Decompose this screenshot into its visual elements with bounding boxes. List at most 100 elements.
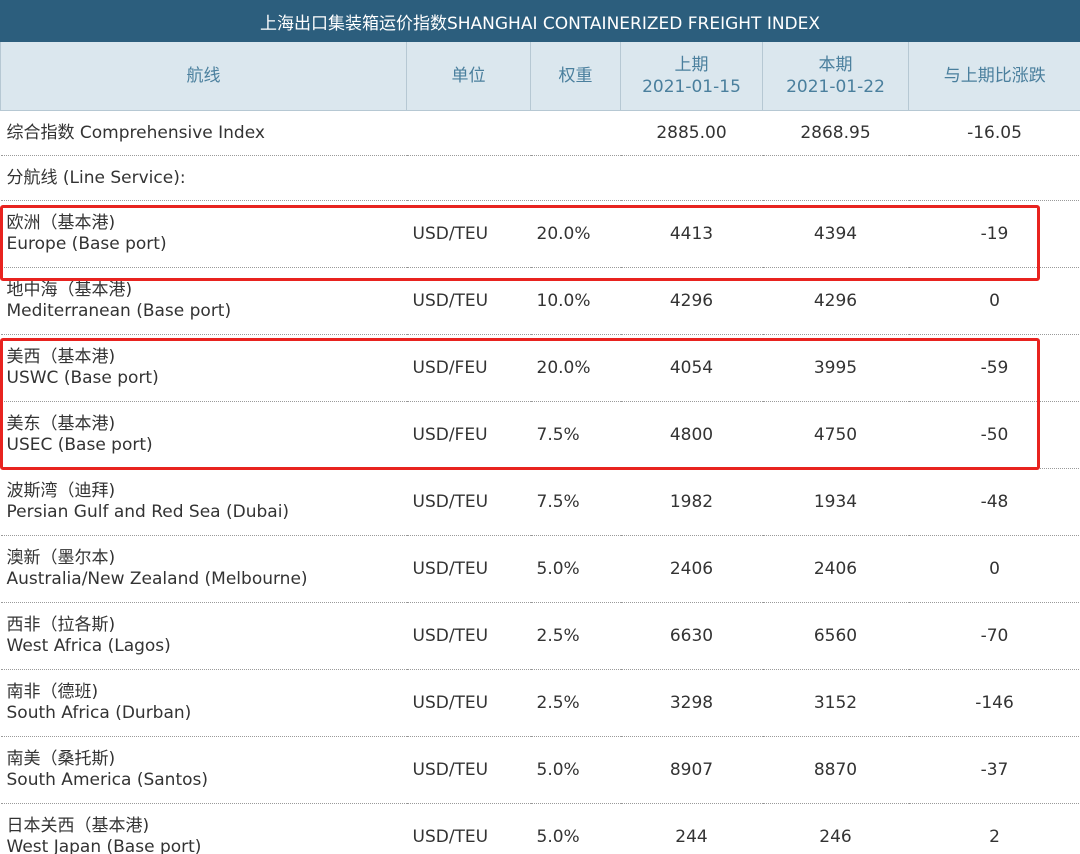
- route-cell: 波斯湾（迪拜) Persian Gulf and Red Sea (Dubai): [0, 468, 407, 536]
- route-cell: 西非（拉各斯) West Africa (Lagos): [0, 602, 407, 670]
- current-cell: 246: [762, 803, 909, 854]
- current-cell: 2406: [762, 535, 909, 603]
- current-cell: 3995: [762, 334, 909, 402]
- table-row: 地中海（基本港) Mediterranean (Base port) USD/TEU…: [0, 267, 1080, 335]
- current-cell: 4394: [762, 200, 909, 268]
- table-row: 日本关西（基本港) West Japan (Base port) USD/TEU 5.…: [0, 803, 1080, 854]
- current-cell: 3152: [762, 669, 909, 737]
- weight-cell: 7.5%: [530, 401, 621, 469]
- header-current-label: 本期: [818, 55, 853, 75]
- current-cell: 4296: [762, 267, 909, 335]
- header-previous-label: 上期: [674, 55, 709, 75]
- line-service-label: 分航线 (Line Service):: [0, 155, 1080, 201]
- table-row: 美东（基本港) USEC (Base port) USD/FEU 7.5% 4800 47…: [0, 401, 1080, 469]
- change-cell: -70: [908, 602, 1080, 670]
- route-cell: 日本关西（基本港) West Japan (Base port): [0, 803, 407, 854]
- route-name-cn: 澳新（墨尔本): [6, 548, 116, 568]
- unit-cell: USD/TEU: [406, 602, 531, 670]
- change-cell: -48: [908, 468, 1080, 536]
- table-row: 西非（拉各斯) West Africa (Lagos) USD/TEU 2.5% 663…: [0, 602, 1080, 670]
- previous-cell: 2406: [620, 535, 763, 603]
- table-title: 上海出口集装箱运价指数SHANGHAI CONTAINERIZED FREIGH…: [0, 0, 1080, 42]
- route-name-en: South America (Santos): [6, 770, 209, 790]
- weight-cell: 5.0%: [530, 535, 621, 603]
- header-previous: 上期 2021-01-15: [620, 42, 763, 111]
- route-cell: 澳新（墨尔本) Australia/New Zealand (Melbourne): [0, 535, 407, 603]
- route-cell: 美东（基本港) USEC (Base port): [0, 401, 407, 469]
- unit-cell: USD/TEU: [406, 535, 531, 603]
- change-cell: -19: [908, 200, 1080, 268]
- route-name-cn: 南美（桑托斯): [6, 749, 116, 769]
- comprehensive-current: 2868.95: [762, 110, 909, 156]
- header-current-date: 2021-01-22: [786, 77, 885, 97]
- comprehensive-previous: 2885.00: [620, 110, 763, 156]
- unit-cell: USD/TEU: [406, 803, 531, 854]
- route-name-en: Australia/New Zealand (Melbourne): [6, 569, 308, 589]
- previous-cell: 4800: [620, 401, 763, 469]
- route-name-cn: 地中海（基本港): [6, 280, 133, 300]
- weight-cell: 20.0%: [530, 200, 621, 268]
- unit-cell: USD/TEU: [406, 669, 531, 737]
- previous-cell: 6630: [620, 602, 763, 670]
- current-cell: 8870: [762, 736, 909, 804]
- line-service-row: 分航线 (Line Service):: [0, 155, 1080, 201]
- change-cell: -37: [908, 736, 1080, 804]
- header-previous-date: 2021-01-15: [642, 77, 741, 97]
- unit-cell: USD/TEU: [406, 468, 531, 536]
- route-name-cn: 美西（基本港): [6, 347, 116, 367]
- change-cell: 0: [908, 267, 1080, 335]
- route-cell: 地中海（基本港) Mediterranean (Base port): [0, 267, 407, 335]
- route-name-cn: 波斯湾（迪拜): [6, 481, 116, 501]
- comprehensive-change: -16.05: [908, 110, 1080, 156]
- unit-cell: USD/TEU: [406, 200, 531, 268]
- comprehensive-label: 综合指数 Comprehensive Index: [0, 110, 407, 156]
- header-current: 本期 2021-01-22: [762, 42, 909, 111]
- unit-cell: USD/FEU: [406, 334, 531, 402]
- previous-cell: 244: [620, 803, 763, 854]
- table-row: 南非（德班) South Africa (Durban) USD/TEU 2.5% 32…: [0, 669, 1080, 737]
- weight-cell: 10.0%: [530, 267, 621, 335]
- freight-index-page: 上海出口集装箱运价指数SHANGHAI CONTAINERIZED FREIGH…: [0, 0, 1080, 854]
- current-cell: 1934: [762, 468, 909, 536]
- weight-cell: 5.0%: [530, 803, 621, 854]
- previous-cell: 4413: [620, 200, 763, 268]
- header-route: 航线: [0, 42, 407, 111]
- current-cell: 4750: [762, 401, 909, 469]
- table-row: 澳新（墨尔本) Australia/New Zealand (Melbourne)…: [0, 535, 1080, 603]
- header-row: 航线 单位 权重 上期 2021-01-15 本期 2021-01-22 与上期…: [0, 42, 1080, 111]
- route-name-cn: 南非（德班): [6, 682, 99, 702]
- unit-cell: USD/TEU: [406, 267, 531, 335]
- weight-cell: 5.0%: [530, 736, 621, 804]
- route-name-cn: 日本关西（基本港): [6, 816, 150, 836]
- header-change: 与上期比涨跌: [908, 42, 1080, 111]
- table-row: 欧洲（基本港) Europe (Base port) USD/TEU 20.0% 441…: [0, 200, 1080, 268]
- freight-index-table: 航线 单位 权重 上期 2021-01-15 本期 2021-01-22 与上期…: [0, 42, 1080, 854]
- weight-cell: 2.5%: [530, 669, 621, 737]
- header-unit: 单位: [406, 42, 531, 111]
- route-name-en: USWC (Base port): [6, 368, 159, 388]
- route-name-cn: 欧洲（基本港): [6, 213, 116, 233]
- change-cell: 0: [908, 535, 1080, 603]
- table-row: 美西（基本港) USWC (Base port) USD/FEU 20.0% 4054 3…: [0, 334, 1080, 402]
- previous-cell: 4296: [620, 267, 763, 335]
- header-weight: 权重: [530, 42, 621, 111]
- route-name-en: South Africa (Durban): [6, 703, 192, 723]
- route-name-cn: 美东（基本港): [6, 414, 116, 434]
- route-name-en: Mediterranean (Base port): [6, 301, 232, 321]
- weight-cell: 20.0%: [530, 334, 621, 402]
- previous-cell: 3298: [620, 669, 763, 737]
- previous-cell: 8907: [620, 736, 763, 804]
- unit-cell: USD/TEU: [406, 736, 531, 804]
- current-cell: 6560: [762, 602, 909, 670]
- change-cell: 2: [908, 803, 1080, 854]
- route-cell: 欧洲（基本港) Europe (Base port): [0, 200, 407, 268]
- unit-cell: USD/FEU: [406, 401, 531, 469]
- route-name-en: USEC (Base port): [6, 435, 153, 455]
- previous-cell: 4054: [620, 334, 763, 402]
- comprehensive-row: 综合指数 Comprehensive Index 2885.00 2868.95…: [0, 110, 1080, 156]
- route-cell: 南美（桑托斯) South America (Santos): [0, 736, 407, 804]
- route-cell: 美西（基本港) USWC (Base port): [0, 334, 407, 402]
- previous-cell: 1982: [620, 468, 763, 536]
- route-name-en: West Africa (Lagos): [6, 636, 171, 656]
- change-cell: -59: [908, 334, 1080, 402]
